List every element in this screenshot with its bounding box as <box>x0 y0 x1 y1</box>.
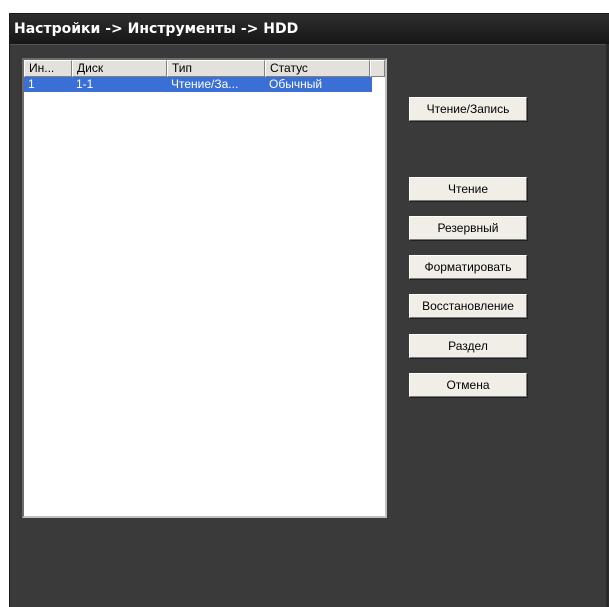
cancel-button[interactable]: Отмена <box>409 373 527 397</box>
cell-disk: 1-1 <box>76 77 94 91</box>
read-write-button[interactable]: Чтение/Запись <box>409 97 527 121</box>
column-header-index[interactable]: Ин... <box>24 60 72 77</box>
partition-button[interactable]: Раздел <box>409 334 527 358</box>
disk-list[interactable]: Ин... Диск Тип Статус 1 1-1 Чтение/За...… <box>22 58 387 518</box>
table-row[interactable]: 1 1-1 Чтение/За... Обычный <box>24 77 372 92</box>
format-button[interactable]: Форматировать <box>409 255 527 279</box>
cell-type: Чтение/За... <box>171 77 239 91</box>
hdd-tools-window: Настройки -> Инструменты -> HDD Ин... Ди… <box>9 13 609 607</box>
backup-button[interactable]: Резервный <box>409 216 527 240</box>
column-header-type[interactable]: Тип <box>167 60 265 77</box>
read-button[interactable]: Чтение <box>409 177 527 201</box>
column-header-disk[interactable]: Диск <box>72 60 167 77</box>
cell-index: 1 <box>28 77 35 91</box>
window-title: Настройки -> Инструменты -> HDD <box>14 21 299 37</box>
cell-status: Обычный <box>269 77 323 91</box>
title-bar: Настройки -> Инструменты -> HDD <box>10 14 609 45</box>
column-header-status[interactable]: Статус <box>265 60 370 77</box>
restore-button[interactable]: Восстановление <box>409 294 527 318</box>
column-header-filler <box>370 60 385 77</box>
disk-list-header: Ин... Диск Тип Статус <box>24 60 385 77</box>
